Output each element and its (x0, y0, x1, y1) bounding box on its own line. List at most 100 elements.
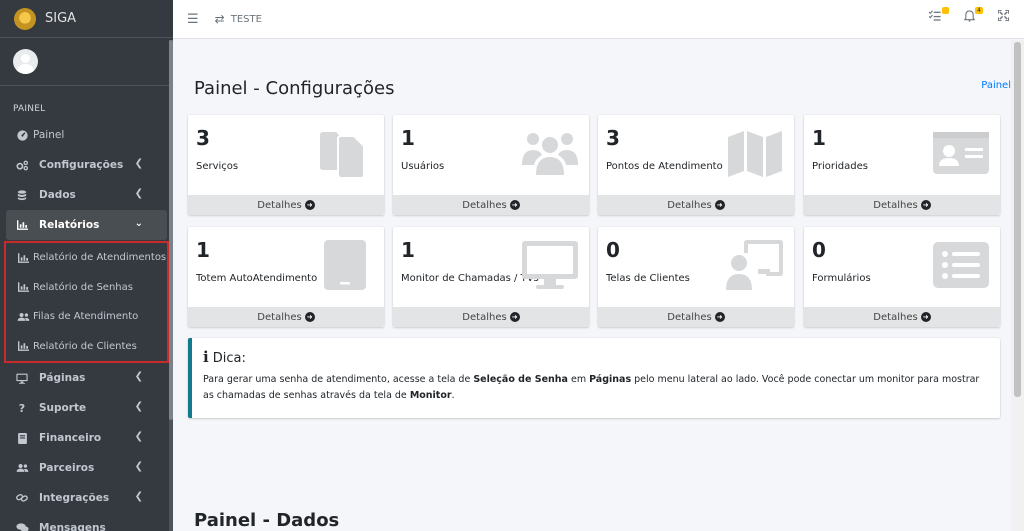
details-link[interactable]: Detalhes ➜ (188, 195, 384, 215)
book-icon (15, 432, 29, 444)
tasks-icon[interactable] (928, 7, 949, 26)
chart-icon (15, 220, 29, 230)
database-icon (15, 189, 29, 201)
brand-link[interactable]: SIGA (0, 0, 173, 38)
sidebar-item-dados[interactable]: Dados ❮ (0, 180, 173, 210)
details-label: Detalhes (667, 199, 712, 211)
tip-text-part: em (567, 374, 590, 385)
tip-text: Para gerar uma senha de atendimento, ace… (203, 372, 990, 404)
box-count: 3 (196, 126, 210, 150)
sidebar-item-mensagens[interactable]: Mensagens (0, 513, 173, 531)
unit-label[interactable]: TESTE (231, 14, 262, 25)
chevron-left-icon: ❮ (134, 371, 143, 382)
sidebar-item-parceiros[interactable]: Parceiros ❮ (0, 453, 173, 483)
tip-title-text: Dica: (212, 351, 246, 366)
sidebar-item-label: Financeiro (39, 432, 102, 444)
tablet-icon (324, 240, 366, 290)
sidebar-item-label: Parceiros (39, 462, 95, 474)
sidebar-item-relatorios[interactable]: Relatórios ⌄ (6, 210, 167, 240)
sidebar: SIGA PAINEL Painel Configurações ❮ Dados… (0, 0, 173, 531)
details-label: Detalhes (257, 311, 302, 323)
main-content: Painel - Configurações Painel 3 Serviços… (173, 40, 1011, 531)
page-title: Painel - Configurações (194, 78, 395, 99)
chart-icon (16, 252, 30, 263)
box-servicos: 3 Serviços Detalhes ➜ (188, 115, 384, 215)
sidebar-item-label: Painel (33, 129, 65, 141)
box-prioridades: 1 Prioridades Detalhes ➜ (804, 115, 1000, 215)
arrow-circle-right-icon: ➜ (304, 200, 315, 210)
details-link[interactable]: Detalhes ➜ (393, 195, 589, 215)
tip-callout: i Dica: Para gerar uma senha de atendime… (188, 338, 1000, 418)
box-totem: 1 Totem AutoAtendimento Detalhes ➜ (188, 227, 384, 327)
arrow-circle-right-icon: ➜ (920, 312, 931, 322)
sidebar-subitem-relatorio-clientes[interactable]: Relatório de Clientes (6, 332, 167, 362)
box-label: Totem AutoAtendimento (196, 273, 318, 284)
users-icon (522, 133, 578, 175)
details-label: Detalhes (667, 311, 712, 323)
details-link[interactable]: Detalhes ➜ (804, 307, 1000, 327)
sidebar-subitem-filas-atendimento[interactable]: Filas de Atendimento (6, 302, 167, 332)
sidebar-item-label: Integrações (39, 492, 110, 504)
arrow-circle-right-icon: ➜ (509, 312, 520, 322)
sidebar-item-integracoes[interactable]: Integrações ❮ (0, 483, 173, 513)
box-count: 0 (606, 238, 620, 262)
box-count: 1 (401, 238, 415, 262)
box-label: Telas de Clientes (606, 273, 690, 284)
tasks-badge (942, 7, 949, 14)
box-count: 1 (196, 238, 210, 262)
details-link[interactable]: Detalhes ➜ (598, 307, 794, 327)
sidebar-item-suporte[interactable]: ? Suporte ❮ (0, 393, 173, 423)
details-link[interactable]: Detalhes ➜ (188, 307, 384, 327)
details-label: Detalhes (873, 311, 918, 323)
fullscreen-icon[interactable] (996, 9, 1010, 26)
page-scrollbar-thumb[interactable] (1014, 42, 1021, 397)
sidebar-subitem-label: Relatório de Atendimentos (33, 252, 167, 264)
bell-icon[interactable]: 4 (962, 7, 983, 26)
sidebar-item-painel[interactable]: Painel (0, 120, 173, 150)
sidebar-item-configuracoes[interactable]: Configurações ❮ (0, 150, 173, 180)
id-card-icon (933, 132, 989, 174)
sidebar-item-paginas[interactable]: Páginas ❮ (0, 363, 173, 393)
sidebar-item-label: Páginas (39, 372, 86, 384)
details-link[interactable]: Detalhes ➜ (393, 307, 589, 327)
details-link[interactable]: Detalhes ➜ (804, 195, 1000, 215)
hamburger-menu-icon[interactable]: ☰ (187, 12, 199, 27)
tip-text-bold: Páginas (589, 374, 632, 385)
box-telas-clientes: 0 Telas de Clientes Detalhes ➜ (598, 227, 794, 327)
arrow-circle-right-icon: ➜ (509, 200, 520, 210)
arrow-circle-right-icon: ➜ (920, 200, 931, 210)
sidebar-subitem-relatorio-atendimentos[interactable]: Relatório de Atendimentos (6, 243, 167, 273)
users-icon (16, 312, 30, 322)
box-label: Prioridades (812, 161, 868, 172)
chart-icon (16, 282, 30, 293)
box-count: 0 (812, 238, 826, 262)
details-link[interactable]: Detalhes ➜ (598, 195, 794, 215)
info-icon: i (203, 348, 209, 366)
sidebar-subitem-label: Filas de Atendimento (33, 311, 139, 323)
sidebar-subitem-label: Relatório de Clientes (33, 340, 137, 352)
chevron-left-icon: ❮ (134, 401, 143, 412)
switch-unit-icon[interactable]: ⇄ (215, 12, 225, 26)
box-formularios: 0 Formulários Detalhes ➜ (804, 227, 1000, 327)
map-icon (728, 131, 782, 177)
chevron-down-icon: ⌄ (134, 218, 143, 229)
monitor-icon (15, 373, 29, 384)
dashboard-icon (15, 129, 29, 141)
breadcrumb-painel[interactable]: Painel (981, 80, 1011, 91)
box-label: Pontos de Atendimento (606, 161, 723, 172)
chevron-left-icon: ❮ (134, 431, 143, 442)
box-monitor-chamadas: 1 Monitor de Chamadas / TVs Detalhes ➜ (393, 227, 589, 327)
sidebar-subitem-label: Relatório de Senhas (33, 281, 133, 293)
brand-logo-icon (14, 7, 36, 30)
box-pontos-atendimento: 3 Pontos de Atendimento Detalhes ➜ (598, 115, 794, 215)
sidebar-subitem-relatorio-senhas[interactable]: Relatório de Senhas (6, 273, 167, 303)
sidebar-item-financeiro[interactable]: Financeiro ❮ (0, 423, 173, 453)
chevron-left-icon: ❮ (134, 158, 143, 169)
section-title-dados: Painel - Dados (194, 510, 340, 531)
details-label: Detalhes (462, 199, 507, 211)
details-label: Detalhes (873, 199, 918, 211)
nav-header: PAINEL (13, 104, 46, 114)
user-avatar-icon[interactable] (13, 49, 38, 74)
sidebar-item-label: Relatórios (39, 219, 100, 231)
users-icon (15, 463, 29, 473)
